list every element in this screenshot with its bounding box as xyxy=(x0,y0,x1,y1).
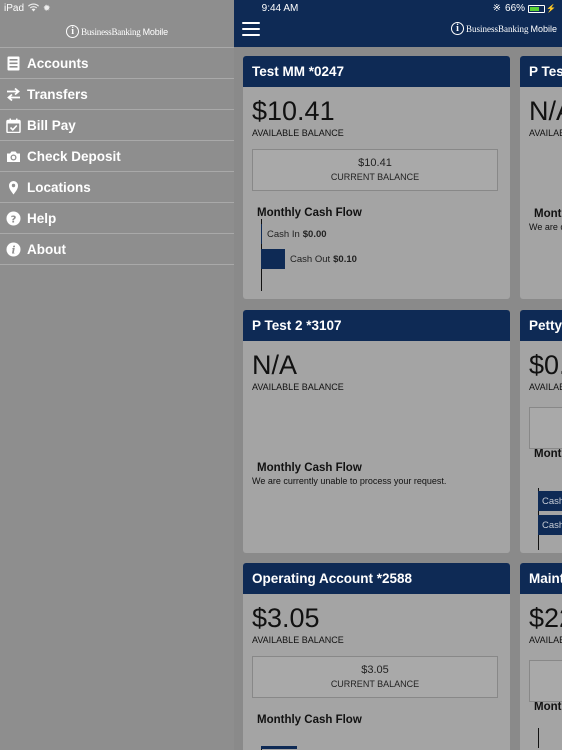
monthly-cash-flow-title: Mont xyxy=(534,448,562,460)
side-menu: iPad ✹ i BusinessBanking Mobile Accounts… xyxy=(0,0,234,750)
battery-percent: 66% xyxy=(505,3,526,14)
monthly-cash-flow-title: Monthly Cash Flow xyxy=(257,462,362,474)
menu-item-about[interactable]: i About xyxy=(0,234,234,265)
nav-logo: i BusinessBanking Mobile xyxy=(450,22,557,35)
error-message: We are currently unable to process your … xyxy=(252,476,447,486)
menu-item-bill-pay[interactable]: Bill Pay xyxy=(0,110,234,141)
location-pin-icon xyxy=(6,180,21,195)
cash-in-value: $0.00 xyxy=(302,228,327,240)
current-label: CURRENT BALANCE xyxy=(330,172,420,182)
available-amount: $0. xyxy=(529,350,562,380)
camera-icon xyxy=(6,149,21,164)
logo-suffix: Mobile xyxy=(530,23,557,34)
battery-icon xyxy=(528,4,546,13)
monthly-cash-flow-title: Monthly Cash Flow xyxy=(257,714,362,726)
available-amount: N/A xyxy=(252,350,298,380)
bill-pay-icon xyxy=(6,118,21,133)
help-icon: ? xyxy=(6,211,21,226)
cash-flow-chart: Cash In $0.00 Cash Out $0.10 xyxy=(261,219,510,291)
account-title: Maint xyxy=(520,563,562,594)
menu-item-transfers[interactable]: Transfers xyxy=(0,79,234,110)
cash-in-row: Cash In $0.00 xyxy=(261,224,327,244)
cash-in-bar: Cash xyxy=(538,491,562,511)
cash-out-label: Cash Out xyxy=(290,253,331,265)
svg-text:i: i xyxy=(12,245,16,256)
account-title: P Tes xyxy=(520,56,562,87)
menu-item-label: Transfers xyxy=(27,86,88,102)
bluetooth-icon: ※ xyxy=(492,3,502,14)
available-label: AVAILAE xyxy=(529,382,562,392)
account-card-operating[interactable]: Operating Account *2588 $3.05 AVAILABLE … xyxy=(243,563,510,750)
account-title: Petty xyxy=(520,310,562,341)
menu-item-locations[interactable]: Locations xyxy=(0,172,234,203)
monthly-cash-flow-title: Monthly Cash Flow xyxy=(257,207,362,219)
cash-out-bar xyxy=(261,249,285,269)
cash-out-value: $0.10 xyxy=(333,253,357,265)
available-label: AVAILAE xyxy=(529,128,562,138)
flow-axis xyxy=(538,728,539,748)
menu-item-label: Check Deposit xyxy=(27,148,121,164)
error-message: We are c xyxy=(529,222,562,232)
menu-list: Accounts Transfers Bill Pay Check Deposi… xyxy=(0,47,234,265)
available-amount: $3.05 xyxy=(252,603,320,633)
available-label: AVAILABLE BALANCE xyxy=(252,635,344,645)
current-balance-box xyxy=(529,407,562,449)
bank-logo-icon: i xyxy=(450,22,464,35)
info-icon: i xyxy=(6,242,21,257)
current-amount: $10.41 xyxy=(358,157,392,169)
bank-logo-icon: i xyxy=(66,25,80,38)
available-amount: $10.41 xyxy=(252,96,335,126)
charging-icon: ⚡ xyxy=(546,4,556,13)
accounts-icon xyxy=(6,56,21,71)
cash-in-bar xyxy=(261,224,262,244)
available-label: AVAILABLE BALANCE xyxy=(252,382,344,392)
cash-in-label: Cash In xyxy=(267,228,300,240)
cash-out-row: Cash Out $0.10 xyxy=(261,249,357,269)
account-card-peek-3[interactable]: Maint $22 AVAILAE Mont xyxy=(520,563,562,750)
menu-toggle-icon[interactable] xyxy=(242,22,260,36)
account-title: Operating Account *2588 xyxy=(243,563,510,594)
menu-item-label: Accounts xyxy=(27,55,89,71)
menu-item-accounts[interactable]: Accounts xyxy=(0,48,234,79)
available-amount: N/A xyxy=(529,96,562,126)
menu-item-label: Locations xyxy=(27,179,91,195)
monthly-cash-flow-title: Mont xyxy=(534,208,562,220)
logo-suffix: Mobile xyxy=(142,26,169,37)
wifi-icon xyxy=(28,3,40,14)
menu-item-label: About xyxy=(27,241,66,257)
device-name: iPad xyxy=(4,2,25,14)
status-bar-left: iPad ✹ xyxy=(0,0,234,16)
current-balance-box: $10.41 CURRENT BALANCE xyxy=(252,149,498,191)
cash-out-bar: Cash xyxy=(538,515,562,535)
available-label: AVAILABLE BALANCE xyxy=(252,128,344,138)
transfers-icon xyxy=(6,87,21,102)
current-balance-box xyxy=(529,660,562,702)
current-balance-box: $3.05 CURRENT BALANCE xyxy=(252,656,498,698)
account-card-p-test-2[interactable]: P Test 2 *3107 N/A AVAILABLE BALANCE Mon… xyxy=(243,310,510,553)
monthly-cash-flow-title: Mont xyxy=(534,701,562,713)
available-amount: $22 xyxy=(529,603,562,633)
current-amount: $3.05 xyxy=(361,664,389,676)
menu-item-help[interactable]: ? Help xyxy=(0,203,234,234)
activity-spinner-icon: ✹ xyxy=(43,2,51,13)
logo-text: BusinessBanking xyxy=(465,23,529,34)
cash-in-bar xyxy=(261,746,297,749)
menu-item-check-deposit[interactable]: Check Deposit xyxy=(0,141,234,172)
accounts-panel: 9:44 AM ※ 66% ⚡ i BusinessBanking Mobile… xyxy=(234,0,562,750)
svg-text:?: ? xyxy=(11,214,17,225)
account-card-peek-1[interactable]: P Tes N/A AVAILAE Mont We are c xyxy=(520,56,562,299)
account-card-test-mm[interactable]: Test MM *0247 $10.41 AVAILABLE BALANCE $… xyxy=(243,56,510,299)
menu-item-label: Bill Pay xyxy=(27,117,76,133)
menu-logo: i BusinessBanking Mobile xyxy=(0,16,234,47)
logo-text: BusinessBanking xyxy=(81,26,141,37)
account-title: P Test 2 *3107 xyxy=(243,310,510,341)
status-time: 9:44 AM xyxy=(261,3,299,14)
menu-item-label: Help xyxy=(27,210,57,226)
account-title: Test MM *0247 xyxy=(243,56,510,87)
available-label: AVAILAE xyxy=(529,635,562,645)
nav-bar: 9:44 AM ※ 66% ⚡ i BusinessBanking Mobile xyxy=(234,0,562,47)
account-card-peek-2[interactable]: Petty $0. AVAILAE Mont Cash Cash xyxy=(520,310,562,553)
status-indicators: ※ 66% ⚡ xyxy=(493,3,556,14)
current-label: CURRENT BALANCE xyxy=(330,679,420,689)
